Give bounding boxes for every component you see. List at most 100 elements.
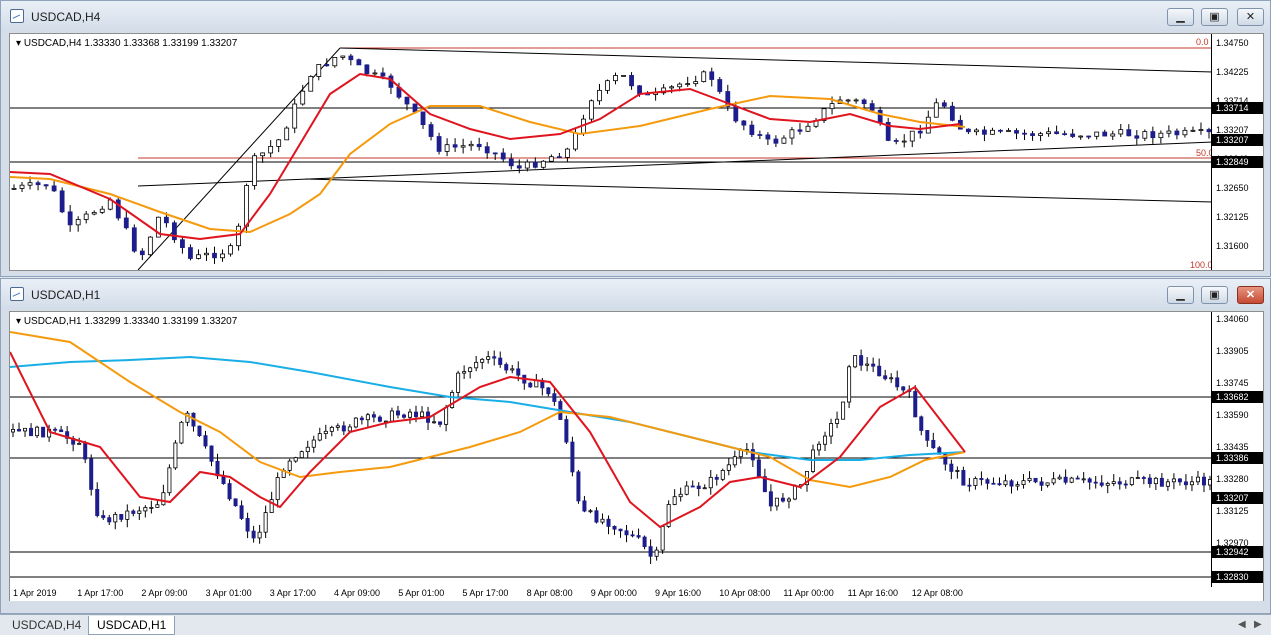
candle bbox=[1003, 474, 1008, 487]
candle bbox=[773, 135, 779, 148]
candle bbox=[889, 373, 894, 384]
candle bbox=[460, 138, 466, 154]
candle bbox=[774, 497, 779, 511]
candle bbox=[1039, 477, 1044, 491]
candle bbox=[420, 111, 426, 129]
tab-usdcad-h4[interactable]: USDCAD,H4 bbox=[4, 616, 91, 635]
fib-label-100: 100.0 bbox=[1190, 260, 1213, 270]
minimize-button[interactable]: ▁ bbox=[1167, 286, 1194, 304]
candle bbox=[173, 440, 178, 470]
candle bbox=[19, 182, 25, 193]
candle bbox=[522, 374, 527, 390]
price-tick-label: 1.33745 bbox=[1216, 378, 1249, 388]
candle bbox=[1177, 478, 1182, 486]
candle bbox=[131, 509, 136, 517]
candle bbox=[305, 440, 310, 459]
candle bbox=[452, 138, 458, 152]
price-tick-label: 1.33125 bbox=[1216, 506, 1249, 516]
time-tick-label: 1 Apr 2019 bbox=[13, 588, 57, 598]
minimize-button[interactable]: ▁ bbox=[1167, 8, 1194, 26]
candle bbox=[476, 137, 482, 151]
price-axis-h1[interactable]: 1.34060 1.33905 1.33745 1.33590 1.33435 1.332… bbox=[1211, 312, 1263, 590]
candle bbox=[1027, 471, 1032, 483]
candle bbox=[480, 357, 485, 370]
chart-window-icon bbox=[10, 287, 24, 301]
candle bbox=[693, 75, 699, 87]
candle bbox=[708, 469, 713, 495]
maximize-button[interactable]: ▣ bbox=[1201, 8, 1228, 26]
candle bbox=[498, 351, 503, 368]
candle bbox=[1111, 474, 1116, 487]
candle bbox=[757, 130, 763, 140]
close-button[interactable]: ✕ bbox=[1237, 8, 1264, 26]
candle bbox=[1150, 126, 1156, 144]
candle bbox=[83, 211, 89, 224]
candle bbox=[606, 515, 611, 535]
candle bbox=[909, 130, 915, 148]
price-chart-h4[interactable]: ▾ USDCAD,H4 1.33330 1.33368 1.33199 1.33… bbox=[9, 33, 1264, 271]
maximize-button[interactable]: ▣ bbox=[1201, 286, 1228, 304]
chart-window-h4: USDCAD,H4 ▁ ▣ ✕ ▾ USDCAD,H4 1.33330 1.33… bbox=[0, 0, 1271, 277]
candle bbox=[1123, 480, 1128, 489]
candles-h4 bbox=[10, 47, 1213, 270]
candle bbox=[660, 525, 665, 554]
candle bbox=[853, 355, 858, 369]
candle bbox=[749, 120, 755, 137]
tab-scroll-left-icon[interactable]: ◀ bbox=[1238, 619, 1246, 630]
candle bbox=[1198, 122, 1204, 135]
title-bar-h4[interactable]: USDCAD,H4 ▁ ▣ ✕ bbox=[1, 1, 1270, 31]
price-tick-label: 1.33590 bbox=[1216, 410, 1249, 420]
price-chart-h1[interactable]: ▾ USDCAD,H1 1.33299 1.33340 1.33199 1.33… bbox=[9, 311, 1264, 591]
candle bbox=[1126, 124, 1132, 137]
candle bbox=[714, 474, 719, 486]
candle bbox=[1030, 131, 1035, 141]
candle bbox=[228, 243, 233, 257]
candle bbox=[732, 450, 737, 468]
candle bbox=[701, 70, 707, 83]
candles-h1 bbox=[10, 331, 1213, 578]
candle bbox=[933, 98, 939, 118]
candle bbox=[239, 500, 244, 520]
tab-scroll-right-icon[interactable]: ▶ bbox=[1254, 619, 1262, 630]
title-bar-h1[interactable]: USDCAD,H1 ▁ ▣ ✕ bbox=[1, 279, 1270, 309]
price-axis-h4[interactable]: 1.34750 1.34225 1.33714 1.33207 1.32849 1.326… bbox=[1211, 34, 1263, 270]
candle bbox=[1110, 130, 1116, 140]
candle bbox=[353, 417, 358, 429]
candle bbox=[444, 138, 450, 157]
candle bbox=[204, 247, 209, 261]
candle bbox=[750, 442, 755, 468]
candle bbox=[642, 535, 647, 550]
candle bbox=[552, 388, 557, 406]
candle bbox=[805, 123, 811, 132]
candle bbox=[589, 99, 594, 122]
candle bbox=[621, 75, 626, 77]
price-level-label: 1.33386 bbox=[1212, 452, 1263, 464]
candle bbox=[931, 432, 936, 449]
candle bbox=[233, 498, 238, 507]
candle bbox=[768, 484, 773, 512]
candle bbox=[11, 423, 16, 438]
candle bbox=[1159, 472, 1164, 487]
candle bbox=[203, 430, 208, 449]
candle bbox=[504, 362, 509, 374]
candle bbox=[227, 479, 232, 501]
candle bbox=[570, 436, 575, 477]
time-tick-label: 3 Apr 17:00 bbox=[269, 588, 316, 598]
candle bbox=[29, 423, 34, 437]
ma-slow-line bbox=[10, 331, 966, 489]
candle bbox=[462, 365, 467, 379]
candle bbox=[821, 108, 827, 124]
candle bbox=[979, 471, 984, 486]
close-button[interactable]: ✕ bbox=[1237, 286, 1264, 304]
candle bbox=[653, 87, 659, 101]
tab-usdcad-h1[interactable]: USDCAD,H1 bbox=[88, 616, 176, 635]
candle bbox=[985, 477, 990, 490]
price-level-label: 1.32942 bbox=[1212, 546, 1263, 558]
candle bbox=[1118, 123, 1124, 138]
chart-window-h1: USDCAD,H1 ▁ ▣ ✕ ▾ USDCAD,H1 1.33299 1.33… bbox=[0, 278, 1271, 614]
time-axis-h1[interactable]: 1 Apr 2019 1 Apr 17:00 2 Apr 09:00 3 Apr 01… bbox=[9, 587, 1264, 601]
candle bbox=[1129, 476, 1134, 487]
candle bbox=[1078, 135, 1084, 140]
candle bbox=[275, 472, 280, 508]
candle bbox=[672, 489, 677, 506]
